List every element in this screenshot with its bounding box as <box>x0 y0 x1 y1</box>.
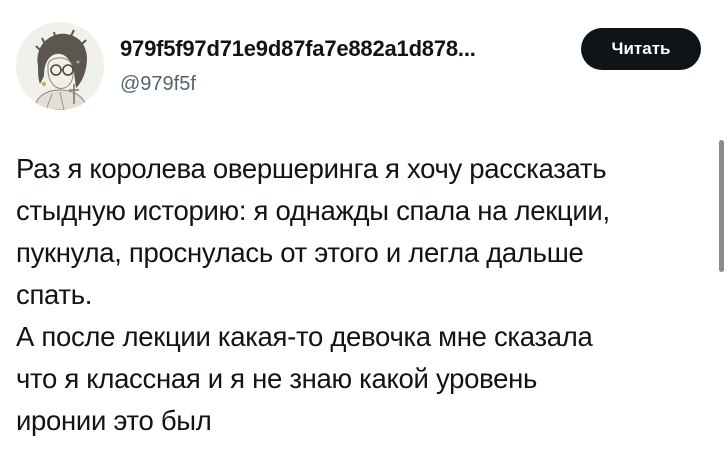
tweet-line: спать. <box>16 279 93 310</box>
tweet-line: Раз я королева овершеринга я хочу расска… <box>16 153 607 184</box>
author-name[interactable]: 979f5f97d71e9d87fa7e882a1d878... <box>120 36 572 62</box>
follow-button[interactable]: Читать <box>581 28 701 70</box>
scrollbar[interactable] <box>719 140 724 272</box>
author-handle[interactable]: @979f5f <box>120 72 196 96</box>
avatar-drawing-icon <box>16 22 104 110</box>
tweet-line: пукнула, проснулась от этого и легла дал… <box>16 237 584 268</box>
tweet-header: 979f5f97d71e9d87fa7e882a1d878... @979f5f… <box>16 22 706 112</box>
avatar[interactable] <box>16 22 104 110</box>
tweet-line: иронии это был <box>16 405 212 436</box>
tweet-line: что я классная и я не знаю какой уровень <box>16 363 537 394</box>
tweet-text: Раз я королева овершеринга я хочу расска… <box>16 148 716 442</box>
tweet-line: А после лекции какая-то девочка мне сказ… <box>16 321 593 352</box>
tweet-line: стыдную историю: я однажды спала на лекц… <box>16 195 610 226</box>
